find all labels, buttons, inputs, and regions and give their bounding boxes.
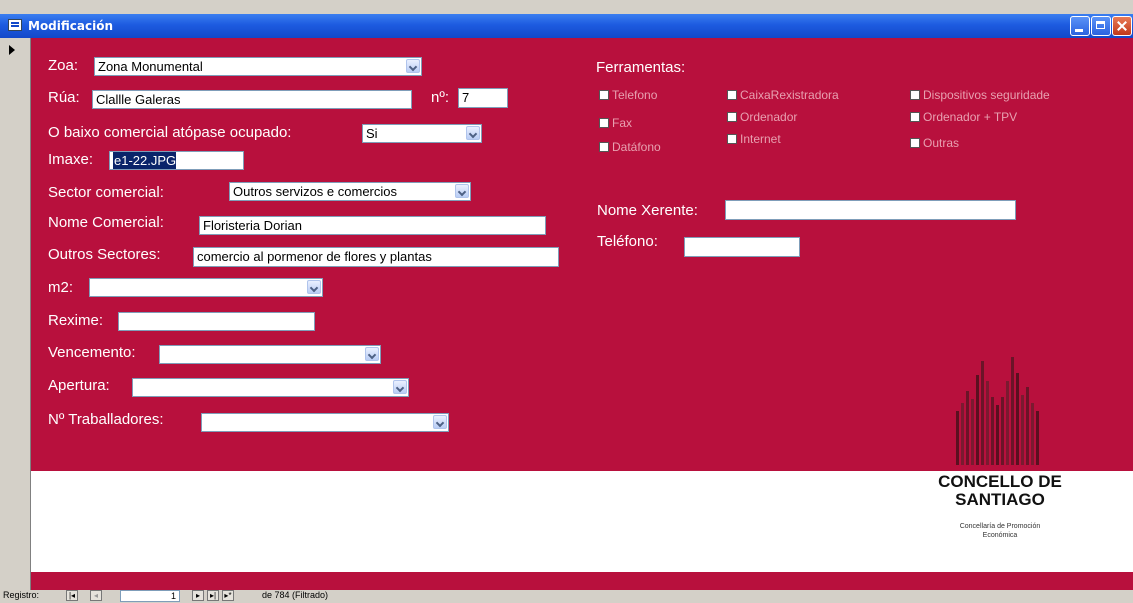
minimize-button[interactable] — [1070, 16, 1090, 36]
fax-checkbox[interactable]: Fax — [599, 116, 632, 130]
imaxe-input[interactable]: e1-22.JPG — [109, 151, 244, 170]
form-footer-band — [31, 572, 1133, 590]
checkbox-box[interactable] — [910, 112, 920, 122]
internet-checkbox[interactable]: Internet — [727, 132, 781, 146]
outros-sectores-input[interactable]: comercio al pormenor de flores y plantas — [193, 247, 559, 267]
nome-xerente-label: Nome Xerente: — [597, 202, 698, 219]
chevron-down-icon[interactable] — [365, 347, 379, 361]
vencemento-label: Vencemento: — [48, 344, 136, 361]
ferramentas-label: Ferramentas: — [596, 59, 686, 76]
m2-select[interactable] — [89, 278, 323, 297]
rexime-input[interactable] — [118, 312, 315, 331]
apertura-label: Apertura: — [48, 377, 110, 394]
numero-label: nº: — [431, 89, 449, 106]
vencemento-select[interactable] — [159, 345, 381, 364]
chevron-down-icon[interactable] — [406, 59, 420, 73]
zoa-label: Zoa: — [48, 57, 79, 74]
nome-comercial-value: Floristeria Dorian — [203, 218, 302, 233]
record-navigation-bar: Registro: |◂ ◂ 1 ▸ ▸| ▸* de 784 (Filtrad… — [0, 590, 1133, 603]
logo-title: CONCELLO DE SANTIAGO — [930, 473, 1070, 509]
checkbox-box[interactable] — [599, 118, 609, 128]
ocupado-label: O baixo comercial atópase ocupado: — [48, 124, 292, 141]
sector-label: Sector comercial: — [48, 184, 164, 201]
checkbox-box[interactable] — [910, 138, 920, 148]
nome-xerente-input[interactable] — [725, 200, 1016, 220]
checkbox-label: CaixaRexistradora — [740, 88, 839, 102]
checkbox-box[interactable] — [599, 142, 609, 152]
chevron-down-icon[interactable] — [466, 126, 480, 140]
window-titlebar[interactable]: Modificación — [0, 14, 1133, 38]
checkbox-box[interactable] — [727, 90, 737, 100]
previous-record-button[interactable]: ◂ — [90, 590, 102, 601]
telefono-input[interactable] — [684, 237, 800, 257]
record-number-input[interactable]: 1 — [120, 590, 180, 602]
first-record-button[interactable]: |◂ — [66, 590, 78, 601]
telefono-checkbox[interactable]: Telefono — [599, 88, 657, 102]
numero-input[interactable]: 7 — [458, 88, 508, 108]
zoa-select[interactable]: Zona Monumental — [94, 57, 422, 76]
maximize-button[interactable] — [1091, 16, 1111, 36]
imaxe-label: Imaxe: — [48, 151, 94, 168]
checkbox-label: Outras — [923, 136, 960, 150]
datafono-checkbox[interactable]: Datáfono — [599, 140, 661, 154]
checkbox-label: Fax — [612, 116, 633, 130]
nome-comercial-input[interactable]: Floristeria Dorian — [199, 216, 546, 235]
ocupado-select[interactable]: Si — [362, 124, 482, 143]
concello-logo-icon — [956, 357, 1039, 465]
sector-value: Outros servizos e comercios — [233, 184, 397, 199]
checkbox-label: Ordenador — [740, 110, 798, 124]
chevron-down-icon[interactable] — [455, 184, 469, 198]
outros-sectores-label: Outros Sectores: — [48, 246, 161, 263]
ordenador-tpv-checkbox[interactable]: Ordenador + TPV — [910, 110, 1017, 124]
rua-label: Rúa: — [48, 89, 80, 106]
ordenador-checkbox[interactable]: Ordenador — [727, 110, 797, 124]
new-record-button[interactable]: ▸* — [222, 590, 234, 601]
rua-value: Clallle Galeras — [96, 92, 181, 107]
checkbox-label: Datáfono — [612, 140, 661, 154]
logo-sub-1: Concellaría de Promoción — [959, 523, 1041, 530]
logo-line-1: CONCELLO DE — [938, 472, 1062, 491]
checkbox-box[interactable] — [727, 112, 737, 122]
record-count: de 784 (Filtrado) — [262, 590, 329, 600]
rexime-label: Rexime: — [48, 312, 104, 329]
outros-sectores-value: comercio al pormenor de flores y plantas — [197, 249, 432, 264]
checkbox-label: Ordenador + TPV — [923, 110, 1018, 124]
zoa-value: Zona Monumental — [98, 59, 203, 74]
chevron-down-icon[interactable] — [393, 380, 407, 394]
close-button[interactable] — [1112, 16, 1132, 36]
checkbox-box[interactable] — [727, 134, 737, 144]
logo-subtitle: Concellaría de Promoción Económica — [930, 522, 1070, 540]
ocupado-value: Si — [366, 126, 378, 141]
telefono-label: Teléfono: — [597, 233, 658, 250]
current-record-arrow-icon — [9, 45, 15, 55]
chevron-down-icon[interactable] — [433, 415, 447, 429]
logo-line-2: SANTIAGO — [955, 490, 1045, 509]
checkbox-box[interactable] — [599, 90, 609, 100]
m2-label: m2: — [48, 279, 74, 296]
logo-sub-2: Económica — [982, 532, 1018, 539]
apertura-select[interactable] — [132, 378, 409, 397]
chevron-down-icon[interactable] — [307, 280, 321, 294]
checkbox-label: Dispositivos seguridade — [923, 88, 1050, 102]
caixa-checkbox[interactable]: CaixaRexistradora — [727, 88, 839, 102]
record-selector[interactable] — [0, 38, 31, 590]
window-title: Modificación — [28, 19, 114, 33]
dispositivos-checkbox[interactable]: Dispositivos seguridade — [910, 88, 1050, 102]
last-record-button[interactable]: ▸| — [207, 590, 219, 601]
numero-value: 7 — [462, 90, 470, 105]
outras-checkbox[interactable]: Outras — [910, 136, 959, 150]
imaxe-value: e1-22.JPG — [113, 152, 177, 169]
traballadores-label: Nº Traballadores: — [48, 411, 164, 428]
next-record-button[interactable]: ▸ — [192, 590, 204, 601]
nome-comercial-label: Nome Comercial: — [48, 214, 164, 231]
form-icon — [8, 19, 22, 31]
registro-label: Registro: — [3, 590, 40, 600]
rua-input[interactable]: Clallle Galeras — [92, 90, 412, 109]
checkbox-label: Internet — [740, 132, 781, 146]
checkbox-box[interactable] — [910, 90, 920, 100]
traballadores-select[interactable] — [201, 413, 449, 432]
sector-select[interactable]: Outros servizos e comercios — [229, 182, 471, 201]
checkbox-label: Telefono — [612, 88, 658, 102]
